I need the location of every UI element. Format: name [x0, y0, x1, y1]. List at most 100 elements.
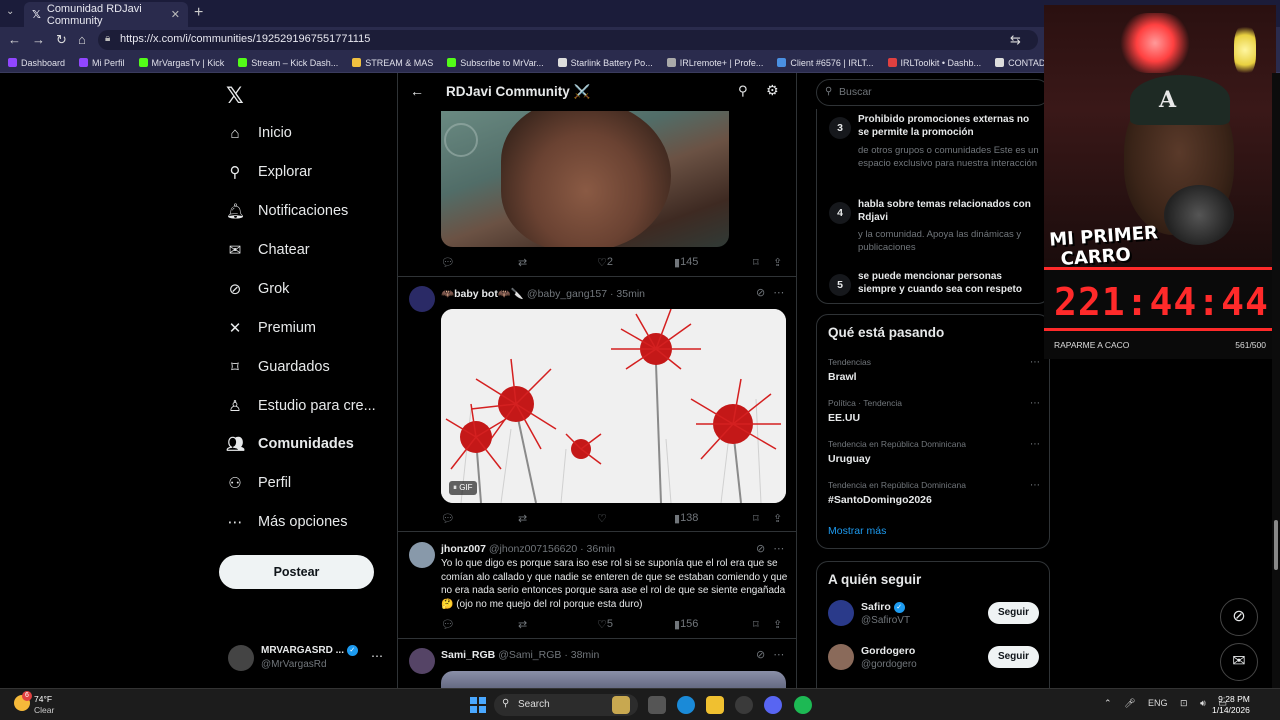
more-icon[interactable]: ⋯	[773, 287, 792, 299]
bookmark-icon[interactable]: ⌑	[753, 512, 759, 525]
gear-icon[interactable]: ⚙	[766, 82, 779, 99]
tweet-author[interactable]: 🦇baby bot🦇🔪	[441, 288, 524, 300]
back-arrow-icon[interactable]: ←	[410, 83, 424, 99]
bookmark-item[interactable]: IRLremote+ | Profe...	[666, 58, 763, 68]
app-icon-discord[interactable]	[764, 696, 782, 714]
bookmark-item[interactable]: Client #6576 | IRLT...	[777, 58, 874, 68]
reply-icon[interactable]: 💬︎	[441, 256, 455, 269]
more-icon[interactable]: ⋯	[1030, 439, 1040, 450]
new-tab-icon[interactable]: +	[194, 4, 203, 22]
nav-item-bookmark[interactable]: ⌑ Guardados	[226, 352, 330, 382]
share-icon[interactable]: ⇪	[773, 618, 782, 631]
refresh-icon[interactable]: ↻	[56, 32, 67, 48]
share-icon[interactable]: ⇪	[773, 256, 782, 269]
back-icon[interactable]: ←	[8, 32, 21, 47]
nav-item-search[interactable]: ⚲ Explorar	[226, 157, 313, 187]
follow-suggestion[interactable]: Safiro ✓ @SafiroVT Seguir	[828, 600, 1043, 630]
tweet-time[interactable]: · 35min	[610, 288, 645, 300]
x-logo-icon[interactable]: 𝕏	[226, 83, 244, 109]
nav-item-more[interactable]: ⋯ Más opciones	[226, 507, 348, 537]
bookmark-item[interactable]: Mi Perfil	[79, 58, 125, 68]
tweet-handle[interactable]: @jhonz007156620	[489, 543, 577, 555]
more-icon[interactable]: ⋯	[773, 649, 792, 661]
community-search-icon[interactable]: ⚲	[738, 83, 748, 99]
messages-floating-button[interactable]: ✉	[1220, 643, 1258, 681]
tweet-handle[interactable]: @Sami_RGB	[498, 649, 561, 661]
tweet-image[interactable]	[441, 111, 729, 247]
more-icon[interactable]: ⋯	[1030, 480, 1040, 491]
nav-item-mail[interactable]: ✉ Chatear	[226, 235, 310, 265]
gif-badge[interactable]: ⏸ GIF	[449, 481, 477, 495]
retweet-icon[interactable]: ⇄	[518, 512, 527, 525]
chevron-up-icon[interactable]: ⌃	[1104, 698, 1112, 708]
extensions-icon[interactable]: ⇆	[1010, 32, 1021, 48]
grok-icon[interactable]: ⊘	[756, 543, 773, 555]
tweet-time[interactable]: · 38min	[564, 649, 599, 661]
trend-item[interactable]: Tendencia en República Dominicana #SantoD…	[828, 480, 1048, 506]
avatar[interactable]	[409, 286, 435, 312]
avatar[interactable]	[409, 648, 435, 674]
nav-item-home[interactable]: ⌂ Inicio	[226, 118, 291, 148]
tweet-author[interactable]: jhonz007	[441, 543, 486, 555]
post-button[interactable]: Postear	[219, 555, 374, 589]
microphone-icon[interactable]: 🎤︎	[1124, 698, 1135, 708]
follow-button[interactable]: Seguir	[988, 602, 1039, 624]
nav-item-grok[interactable]: ⊘ Grok	[226, 274, 290, 304]
bookmark-item[interactable]: MrVargasTv | Kick	[138, 58, 224, 68]
weather-widget[interactable]: 6 74°F Clear	[14, 691, 74, 717]
forward-icon[interactable]: →	[32, 32, 45, 47]
nav-item-profile[interactable]: ⚇ Perfil	[226, 468, 291, 498]
bookmark-icon[interactable]: ⌑	[753, 256, 759, 269]
more-icon[interactable]: ⋯	[773, 543, 792, 555]
system-clock[interactable]: 9:28 PM 1/14/2026	[1212, 694, 1250, 716]
page-scrollbar[interactable]	[1272, 73, 1280, 688]
tweet-handle[interactable]: @baby_gang157	[527, 288, 607, 300]
browser-tab[interactable]: 𝕏 Comunidad RDJavi Community ✕	[24, 2, 188, 27]
start-button[interactable]	[470, 697, 486, 713]
reply-icon[interactable]: 💬︎	[441, 512, 455, 525]
follow-button[interactable]: Seguir	[988, 646, 1039, 668]
nav-item-communities[interactable]: 👥︎ Comunidades	[226, 429, 354, 459]
like-button[interactable]: ♡ 5	[597, 618, 613, 631]
reply-icon[interactable]: 💬︎	[441, 618, 455, 631]
tab-list-icon[interactable]: ⌄	[6, 6, 14, 17]
app-icon-file-explorer[interactable]	[706, 696, 724, 714]
bookmark-item[interactable]: IRLToolkit • Dashb...	[887, 58, 981, 68]
app-icon-task-view[interactable]	[648, 696, 666, 714]
like-button[interactable]: ♡	[597, 512, 607, 525]
show-more-link[interactable]: Mostrar más	[828, 525, 886, 537]
language-indicator[interactable]: ENG	[1148, 698, 1168, 708]
share-icon[interactable]: ⇪	[773, 512, 782, 525]
views-button[interactable]: ▮ 138	[674, 512, 698, 525]
tweet-gif[interactable]: ⏸ GIF	[441, 309, 786, 503]
trend-item[interactable]: Tendencias Brawl ⋯	[828, 357, 1048, 383]
grok-icon[interactable]: ⊘	[756, 649, 773, 661]
home-browser-icon[interactable]: ⌂	[78, 32, 86, 47]
nav-item-bell[interactable]: 🔔︎ Notificaciones	[226, 196, 348, 226]
close-tab-icon[interactable]: ✕	[171, 8, 180, 21]
search-input[interactable]: ⚲ Buscar	[816, 79, 1050, 106]
more-icon[interactable]: ⋯	[1030, 357, 1040, 368]
app-icon-obs[interactable]	[735, 696, 753, 714]
retweet-icon[interactable]: ⇄	[518, 618, 527, 631]
bookmark-item[interactable]: Stream – Kick Dash...	[238, 58, 338, 68]
nav-item-x[interactable]: ✕ Premium	[226, 313, 316, 343]
bookmark-item[interactable]: Subscribe to MrVar...	[447, 58, 544, 68]
avatar[interactable]	[409, 542, 435, 568]
bookmark-item[interactable]: Dashboard	[8, 58, 65, 68]
app-icon-spotify[interactable]	[794, 696, 812, 714]
tweet-image[interactable]	[441, 671, 786, 688]
bookmark-item[interactable]: Starlink Battery Po...	[557, 58, 653, 68]
app-icon-copilot[interactable]	[612, 696, 630, 714]
views-button[interactable]: ▮ 145	[674, 256, 698, 269]
like-button[interactable]: ♡ 2	[597, 256, 613, 269]
tweet-time[interactable]: · 36min	[580, 543, 615, 555]
nav-item-studio[interactable]: ♙ Estudio para cre...	[226, 391, 375, 421]
app-icon-edge[interactable]	[677, 696, 695, 714]
trend-item[interactable]: Tendencia en República Dominicana Uruguay…	[828, 439, 1048, 465]
bookmark-icon[interactable]: ⌑	[753, 618, 759, 631]
scrollbar-thumb[interactable]	[1274, 520, 1278, 570]
grok-icon[interactable]: ⊘	[756, 287, 773, 299]
account-more-icon[interactable]: ⋯	[371, 649, 383, 663]
more-icon[interactable]: ⋯	[1030, 398, 1040, 409]
